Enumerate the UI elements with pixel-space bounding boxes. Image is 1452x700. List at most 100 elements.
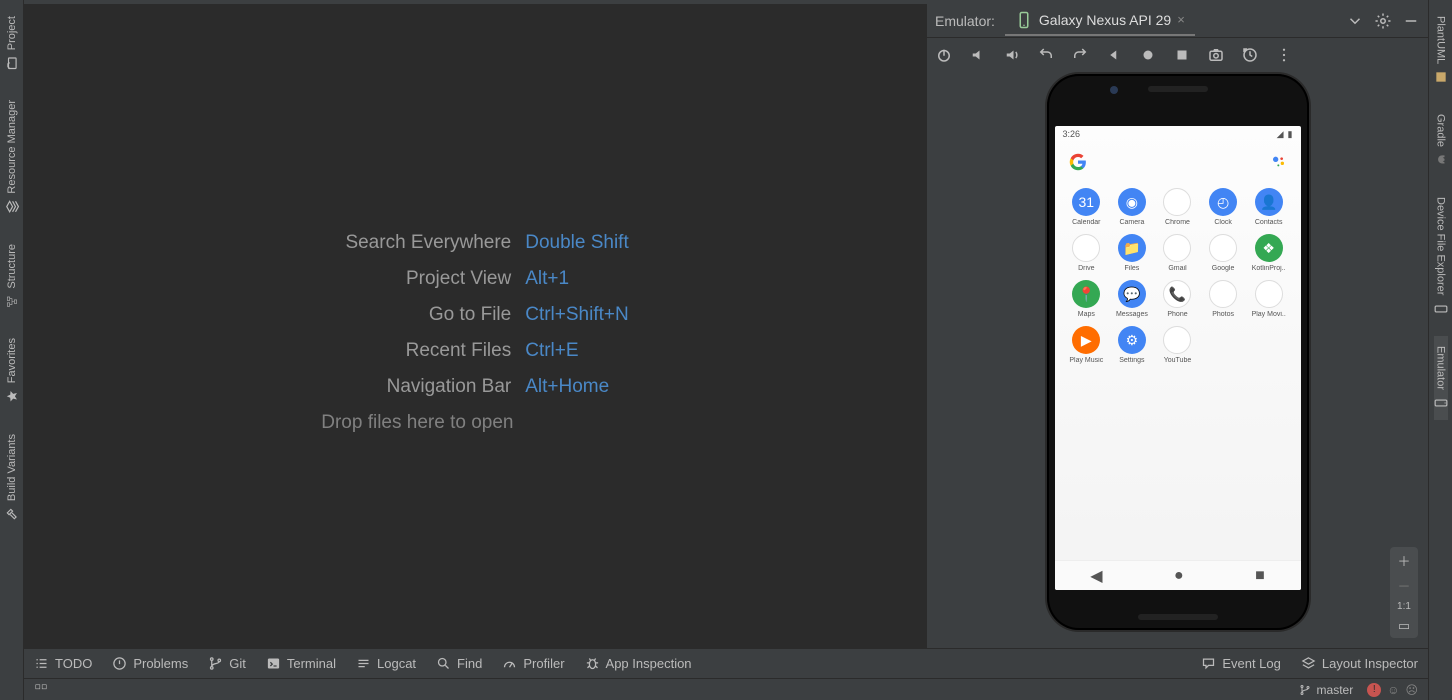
app-label: Play Movi.. [1249,311,1289,318]
app-google[interactable]: GGoogle [1201,234,1245,272]
gauge-icon [502,656,517,671]
status-face-2[interactable]: ☹ [1405,683,1418,697]
hint-label: Navigation Bar [321,376,511,398]
app-gmail[interactable]: M Gmail [1156,234,1200,272]
git-branch-indicator[interactable]: master [1299,683,1354,697]
zoom-reset-button[interactable]: 1:1 [1397,601,1411,612]
emulator-tab-label: Galaxy Nexus API 29 [1039,12,1171,28]
right-tool-plantuml[interactable]: PlantUML [1434,6,1448,94]
right-tool-device-file-explorer[interactable]: Device File Explorer [1434,187,1448,325]
editor-empty-area[interactable]: Search EverywhereDouble ShiftProject Vie… [24,4,926,648]
emu-rotate-right-button[interactable] [1071,46,1089,64]
bottom-tool-profiler[interactable]: Profiler [502,656,564,671]
google-search-bar[interactable] [1055,142,1301,182]
emu-home-button[interactable] [1139,46,1157,64]
app-play-movi-[interactable]: ▶ Play Movi.. [1247,280,1291,318]
branch-icon [1299,684,1311,696]
app-contacts[interactable]: 👤Contacts [1247,188,1291,226]
app-icon: ▲ [1072,234,1100,262]
windows-icon[interactable] [34,683,48,697]
zoom-in-button[interactable]: ＋ [1397,551,1410,570]
nav-home-button[interactable]: ● [1174,567,1184,585]
bottom-tool-terminal[interactable]: Terminal [266,656,336,671]
bottom-tool-find[interactable]: Find [436,656,482,671]
hint-label: Project View [321,268,511,290]
zoom-controls: ＋ － 1:1 ▭ [1390,547,1418,638]
app-drive[interactable]: ▲Drive [1065,234,1109,272]
app-camera[interactable]: ◉Camera [1110,188,1154,226]
app-icon: ▶ [1072,326,1100,354]
emulator-canvas[interactable]: 3:26 ◢▮ 31Calendar◉Camera◐Chrome◴Clock👤C… [927,72,1428,648]
list-icon [34,656,49,671]
bottom-tool-app-inspection[interactable]: App Inspection [585,656,692,671]
right-tool-emulator[interactable]: Emulator [1434,336,1448,420]
bottom-tool-todo[interactable]: TODO [34,656,92,671]
app-settings[interactable]: ⚙Settings [1110,326,1154,364]
emu-vol-up-button[interactable] [1003,46,1021,64]
wifi-icon: ◢ [1277,129,1284,140]
app-calendar[interactable]: 31Calendar [1065,188,1109,226]
device-screen[interactable]: 3:26 ◢▮ 31Calendar◉Camera◐Chrome◴Clock👤C… [1055,126,1301,590]
right-tool-gradle[interactable]: Gradle [1434,104,1448,177]
left-tool-structure[interactable]: Structure [5,234,19,319]
emulator-tab[interactable]: Galaxy Nexus API 29 × [1005,6,1195,36]
app-play-music[interactable]: ▶ Play Music [1065,326,1109,364]
app-icon: 31 [1072,188,1100,216]
zoom-out-button[interactable]: － [1397,576,1410,595]
left-tool-build-variants[interactable]: Build Variants [5,424,19,531]
hint-label: Recent Files [321,340,511,362]
app-photos[interactable]: ✦Photos [1201,280,1245,318]
app-kotlinproj-[interactable]: ❖KotlinProj.. [1247,234,1291,272]
nav-overview-button[interactable]: ■ [1255,567,1265,585]
app-icon: ▶ [1255,280,1283,308]
emu-vol-down-button[interactable] [969,46,987,64]
hint-shortcut: Ctrl+Shift+N [525,304,628,326]
left-tool-project[interactable]: Project [5,6,19,80]
left-tool-resource-manager[interactable]: Resource Manager [5,90,19,224]
app-icon: ◴ [1209,188,1237,216]
emu-power-button[interactable] [935,46,953,64]
hint-label: Search Everywhere [321,232,511,254]
bottom-tool-problems[interactable]: Problems [112,656,188,671]
gear-icon[interactable] [1374,12,1392,30]
app-phone[interactable]: 📞Phone [1156,280,1200,318]
app-label: Play Music [1066,357,1106,364]
bottom-tool-event-log[interactable]: Event Log [1201,656,1281,671]
status-error-icon[interactable]: ! [1367,683,1381,697]
emu-overview-button[interactable] [1173,46,1191,64]
bottom-tool-layout-inspector[interactable]: Layout Inspector [1301,656,1418,671]
app-clock[interactable]: ◴Clock [1201,188,1245,226]
app-label: Gmail [1157,265,1197,272]
app-label: Settings [1112,357,1152,364]
app-label: YouTube [1157,357,1197,364]
close-tab-icon[interactable]: × [1177,12,1185,27]
emu-back-button[interactable] [1105,46,1123,64]
emu-screenshot-button[interactable] [1207,46,1225,64]
emu-rotate-left-button[interactable] [1037,46,1055,64]
app-maps[interactable]: 📍Maps [1065,280,1109,318]
zoom-fit-button[interactable]: ▭ [1398,618,1410,634]
chevron-down-icon[interactable] [1346,12,1364,30]
status-face-1[interactable]: ☺ [1387,683,1399,697]
app-messages[interactable]: 💬Messages [1110,280,1154,318]
minimize-icon[interactable] [1402,12,1420,30]
bug-icon [585,656,600,671]
app-icon: M [1163,234,1191,262]
hint-shortcut: Alt+Home [525,376,609,398]
left-tool-favorites[interactable]: Favorites [5,328,19,413]
nav-back-button[interactable]: ◀ [1090,566,1102,586]
app-icon: ◐ [1163,188,1191,216]
app-label: KotlinProj.. [1249,265,1289,272]
emu-more-button[interactable] [1275,46,1293,64]
assistant-icon[interactable] [1271,154,1287,170]
app-youtube[interactable]: ▶YouTube [1156,326,1200,364]
app-chrome[interactable]: ◐Chrome [1156,188,1200,226]
emulator-header-label: Emulator: [935,13,995,29]
bottom-tool-git[interactable]: Git [208,656,246,671]
bottom-tool-logcat[interactable]: Logcat [356,656,416,671]
app-files[interactable]: 📁Files [1110,234,1154,272]
layers-icon [1301,656,1316,671]
app-label: Contacts [1249,219,1289,226]
app-icon: G [1209,234,1237,262]
emu-snapshot-button[interactable] [1241,46,1259,64]
